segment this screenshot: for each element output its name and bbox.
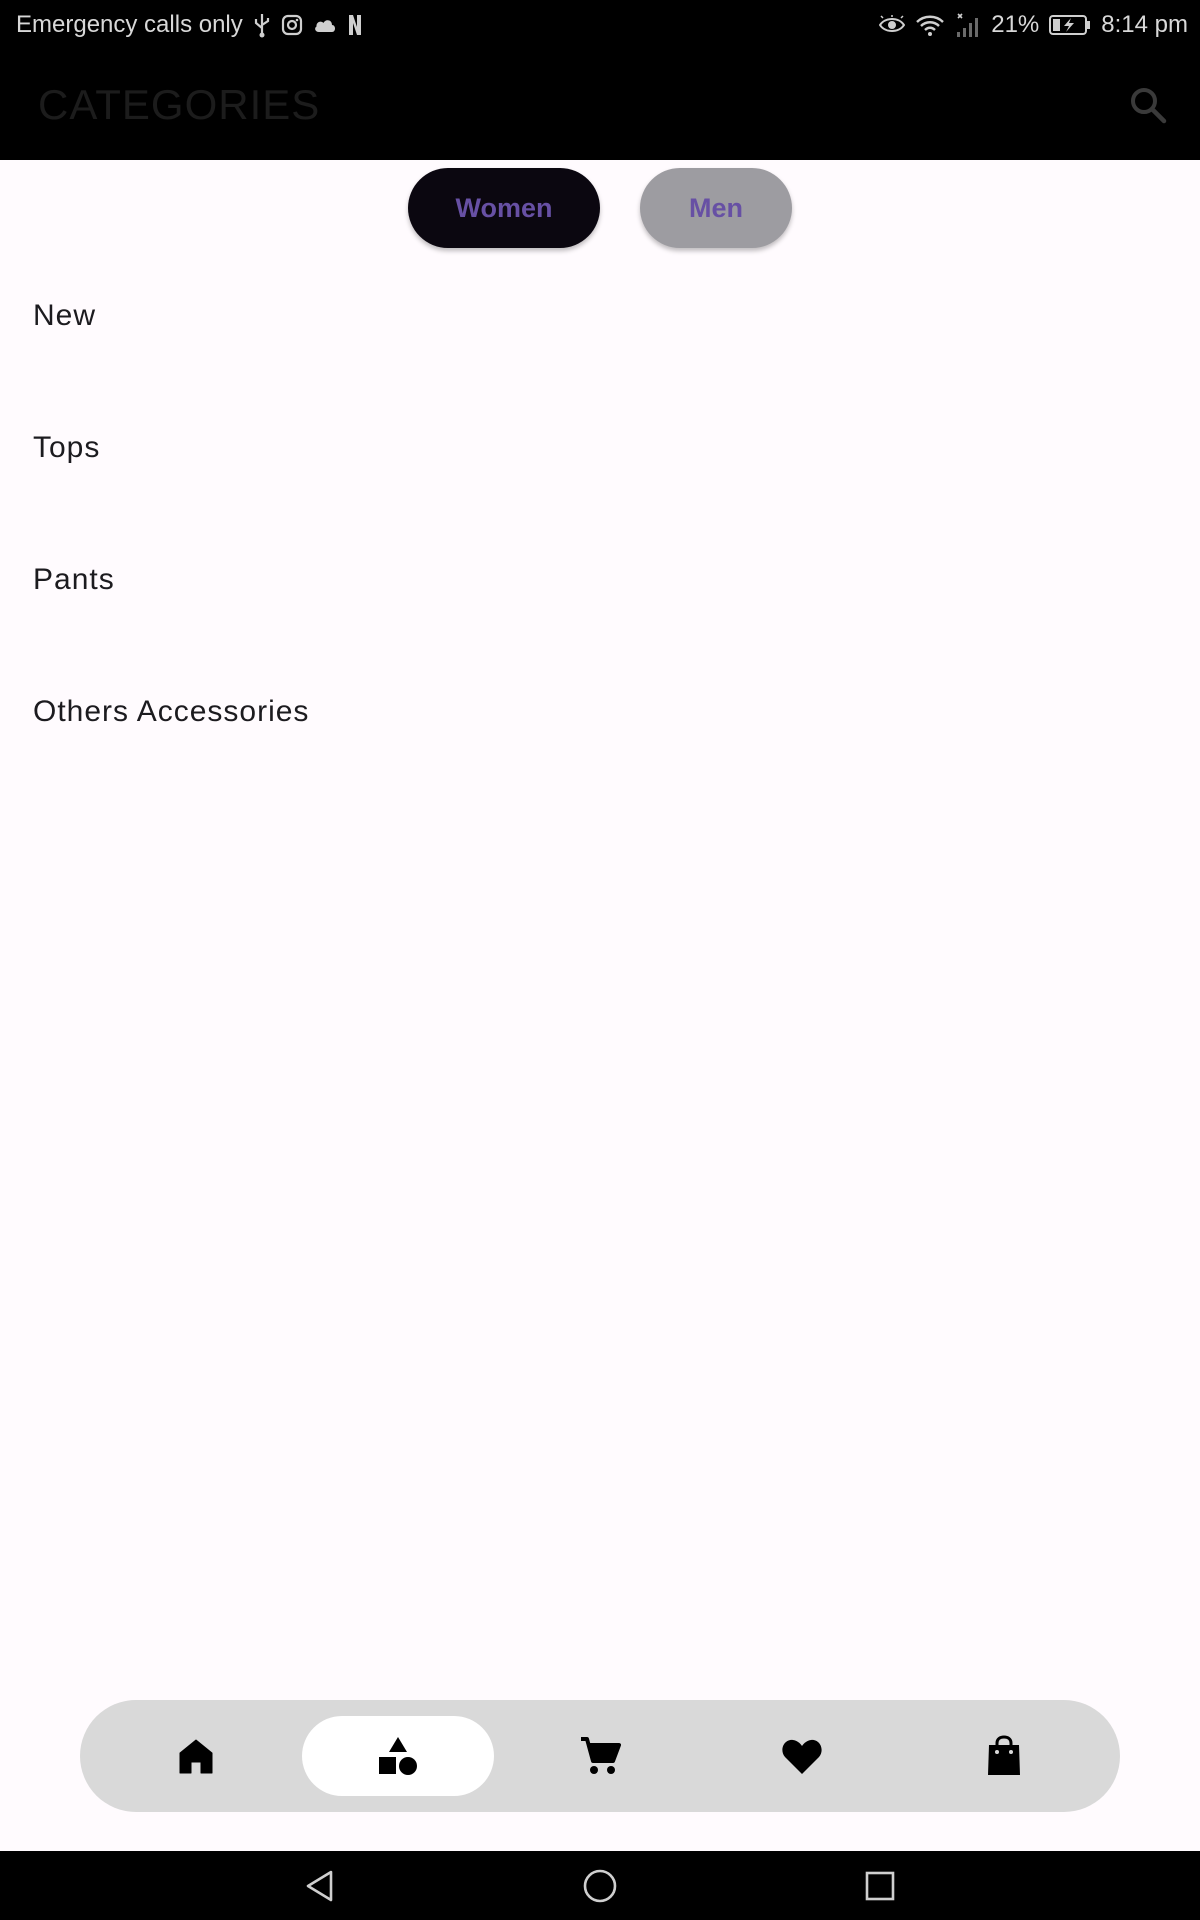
- clock: 8:14 pm: [1101, 11, 1188, 38]
- recents-icon: [865, 1871, 895, 1901]
- system-nav-bar: [0, 1851, 1200, 1920]
- nav-home[interactable]: [100, 1716, 292, 1796]
- home-icon: [179, 1739, 213, 1774]
- cloud-icon: [313, 16, 337, 34]
- instagram-icon: [281, 14, 303, 36]
- nav-favorites[interactable]: [706, 1716, 898, 1796]
- nav-bag[interactable]: [908, 1716, 1100, 1796]
- usb-icon: [253, 12, 271, 38]
- wifi-icon: [915, 14, 945, 36]
- signal-icon: [955, 12, 981, 38]
- category-item-new[interactable]: New: [0, 250, 1200, 382]
- status-bar: Emergency calls only 21% 8:14 pm: [0, 0, 1200, 50]
- system-recents-button[interactable]: [862, 1868, 898, 1904]
- category-item-others-accessories[interactable]: Others Accessories: [0, 646, 1200, 778]
- nav-cart[interactable]: [504, 1716, 696, 1796]
- search-button[interactable]: [1120, 77, 1176, 133]
- system-back-button[interactable]: [302, 1868, 338, 1904]
- carrier-text: Emergency calls only: [16, 11, 243, 38]
- shapes-icon: [379, 1737, 417, 1775]
- category-item-pants[interactable]: Pants: [0, 514, 1200, 646]
- system-home-button[interactable]: [582, 1868, 618, 1904]
- gender-toggle: Women Men: [0, 168, 1200, 248]
- bottom-nav: [80, 1700, 1120, 1812]
- netflix-icon: [347, 13, 363, 37]
- back-icon: [306, 1870, 333, 1902]
- battery-percent: 21%: [991, 11, 1040, 38]
- battery-charging-icon: [1049, 14, 1091, 36]
- cart-icon: [581, 1737, 621, 1774]
- heart-icon: [782, 1739, 822, 1774]
- eye-icon: [879, 15, 906, 35]
- men-button[interactable]: Men: [640, 168, 792, 248]
- page-title: CATEGORIES: [38, 81, 321, 128]
- women-button[interactable]: Women: [408, 168, 600, 248]
- search-icon: [1131, 88, 1167, 124]
- category-list: New Tops Pants Others Accessories: [0, 250, 1200, 778]
- shopping-bag-icon: [988, 1735, 1020, 1775]
- status-right: 21% 8:14 pm: [879, 11, 1188, 39]
- app-bar: CATEGORIES: [0, 50, 1200, 160]
- home-circle-icon: [583, 1869, 617, 1903]
- nav-categories[interactable]: [302, 1716, 494, 1796]
- status-left: Emergency calls only: [16, 11, 363, 39]
- category-item-tops[interactable]: Tops: [0, 382, 1200, 514]
